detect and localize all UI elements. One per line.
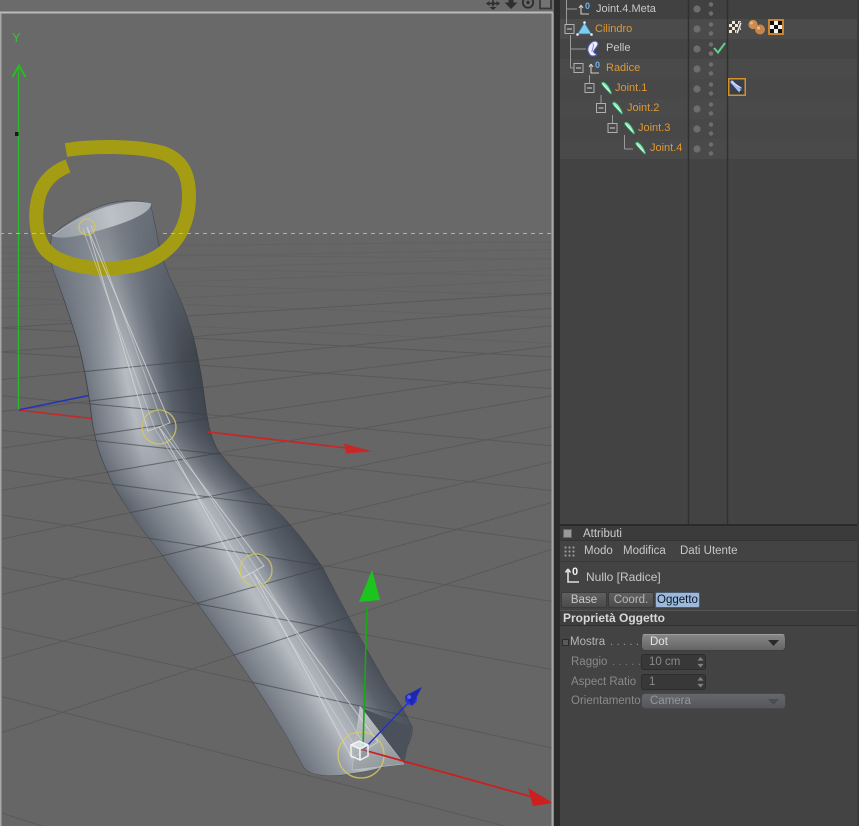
svg-text:0: 0 <box>572 566 578 578</box>
svg-text:0: 0 <box>585 1 590 11</box>
svg-text:Y: Y <box>12 30 21 45</box>
svg-text:0: 0 <box>595 60 600 70</box>
